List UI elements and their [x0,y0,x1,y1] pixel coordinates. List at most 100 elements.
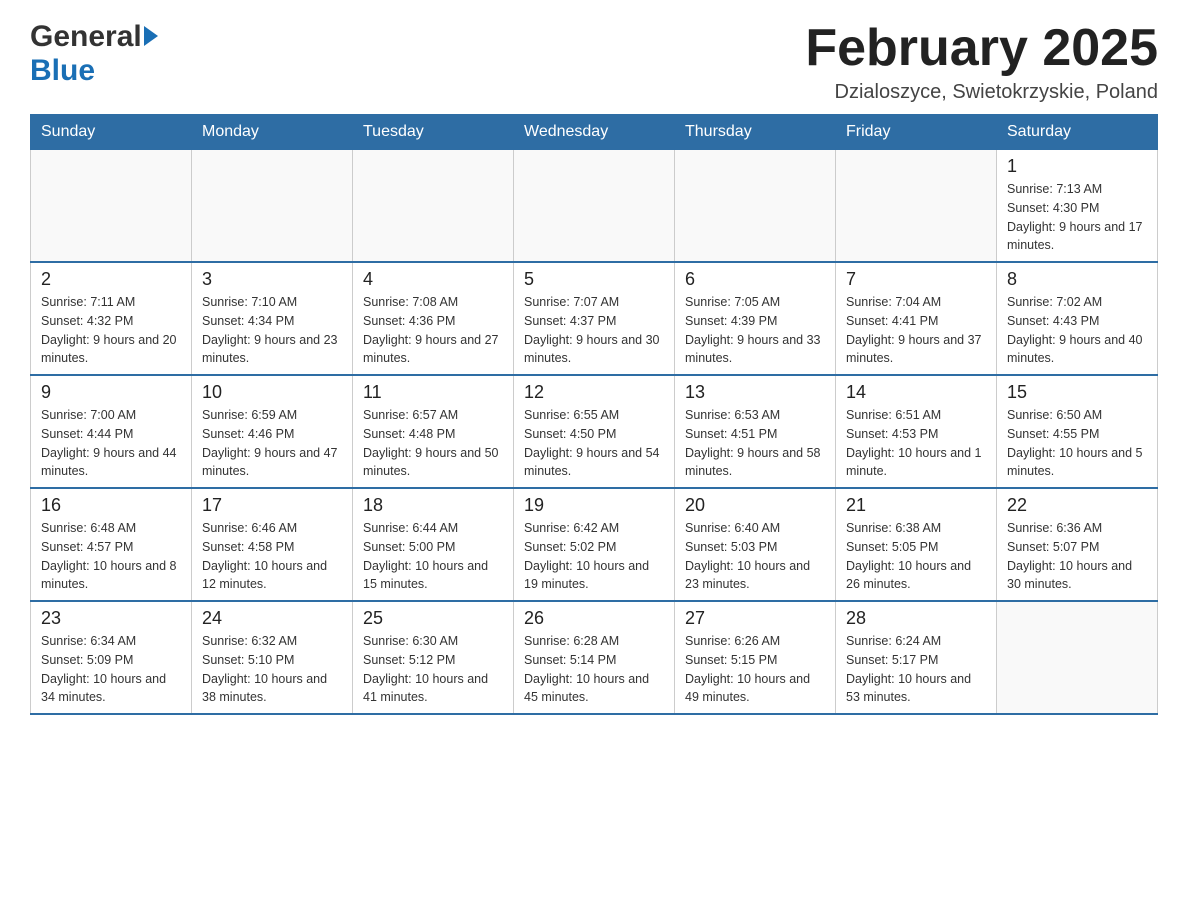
calendar-cell: 6 Sunrise: 7:05 AMSunset: 4:39 PMDaylight… [675,262,836,375]
calendar-week-row: 2 Sunrise: 7:11 AMSunset: 4:32 PMDaylight… [31,262,1158,375]
day-info: Sunrise: 7:11 AMSunset: 4:32 PMDaylight:… [41,293,181,368]
calendar-cell: 8 Sunrise: 7:02 AMSunset: 4:43 PMDaylight… [997,262,1158,375]
day-info: Sunrise: 7:04 AMSunset: 4:41 PMDaylight:… [846,293,986,368]
day-info: Sunrise: 6:36 AMSunset: 5:07 PMDaylight:… [1007,519,1147,594]
day-info: Sunrise: 6:57 AMSunset: 4:48 PMDaylight:… [363,406,503,481]
day-info: Sunrise: 6:26 AMSunset: 5:15 PMDaylight:… [685,632,825,707]
day-number: 16 [41,495,181,516]
day-info: Sunrise: 6:50 AMSunset: 4:55 PMDaylight:… [1007,406,1147,481]
day-number: 1 [1007,156,1147,177]
calendar-cell: 7 Sunrise: 7:04 AMSunset: 4:41 PMDaylight… [836,262,997,375]
day-info: Sunrise: 6:34 AMSunset: 5:09 PMDaylight:… [41,632,181,707]
day-number: 19 [524,495,664,516]
day-info: Sunrise: 7:07 AMSunset: 4:37 PMDaylight:… [524,293,664,368]
day-info: Sunrise: 6:48 AMSunset: 4:57 PMDaylight:… [41,519,181,594]
day-number: 24 [202,608,342,629]
calendar-cell: 11Sunrise: 6:57 AMSunset: 4:48 PMDayligh… [353,375,514,488]
day-header-thursday: Thursday [675,115,836,150]
calendar-cell: 19 Sunrise: 6:42 AMSunset: 5:02 PMDayligh… [514,488,675,601]
day-info: Sunrise: 7:05 AMSunset: 4:39 PMDaylight:… [685,293,825,368]
day-header-saturday: Saturday [997,115,1158,150]
day-number: 2 [41,269,181,290]
calendar-cell: 14 Sunrise: 6:51 AMSunset: 4:53 PMDayligh… [836,375,997,488]
day-number: 15 [1007,382,1147,403]
calendar-cell: 23Sunrise: 6:34 AMSunset: 5:09 PMDayligh… [31,601,192,714]
calendar-cell: 2 Sunrise: 7:11 AMSunset: 4:32 PMDaylight… [31,262,192,375]
calendar-cell [31,150,192,263]
page-header: General Blue February 2025 Dzialoszyce, … [30,20,1158,104]
day-number: 13 [685,382,825,403]
calendar-cell: 25 Sunrise: 6:30 AMSunset: 5:12 PMDayligh… [353,601,514,714]
day-info: Sunrise: 6:53 AMSunset: 4:51 PMDaylight:… [685,406,825,481]
calendar-week-row: 16 Sunrise: 6:48 AMSunset: 4:57 PMDayligh… [31,488,1158,601]
day-info: Sunrise: 7:13 AMSunset: 4:30 PMDaylight:… [1007,180,1147,255]
calendar-cell [192,150,353,263]
calendar-cell [836,150,997,263]
day-number: 10 [202,382,342,403]
logo: General Blue [30,20,158,88]
day-number: 27 [685,608,825,629]
calendar-week-row: 9Sunrise: 7:00 AMSunset: 4:44 PMDaylight… [31,375,1158,488]
day-header-sunday: Sunday [31,115,192,150]
calendar-header-row: SundayMondayTuesdayWednesdayThursdayFrid… [31,115,1158,150]
calendar-cell: 28 Sunrise: 6:24 AMSunset: 5:17 PMDayligh… [836,601,997,714]
calendar-cell: 12 Sunrise: 6:55 AMSunset: 4:50 PMDayligh… [514,375,675,488]
calendar-cell: 16 Sunrise: 6:48 AMSunset: 4:57 PMDayligh… [31,488,192,601]
day-info: Sunrise: 6:38 AMSunset: 5:05 PMDaylight:… [846,519,986,594]
calendar-cell: 4 Sunrise: 7:08 AMSunset: 4:36 PMDaylight… [353,262,514,375]
logo-arrow-icon [144,26,158,46]
day-number: 6 [685,269,825,290]
day-info: Sunrise: 6:32 AMSunset: 5:10 PMDaylight:… [202,632,342,707]
calendar-cell: 1 Sunrise: 7:13 AMSunset: 4:30 PMDaylight… [997,150,1158,263]
day-info: Sunrise: 7:02 AMSunset: 4:43 PMDaylight:… [1007,293,1147,368]
day-info: Sunrise: 6:28 AMSunset: 5:14 PMDaylight:… [524,632,664,707]
day-number: 14 [846,382,986,403]
day-number: 4 [363,269,503,290]
location-text: Dzialoszyce, Swietokrzyskie, Poland [805,81,1158,104]
day-number: 7 [846,269,986,290]
calendar-cell: 5Sunrise: 7:07 AMSunset: 4:37 PMDaylight… [514,262,675,375]
calendar-cell [997,601,1158,714]
day-info: Sunrise: 6:44 AMSunset: 5:00 PMDaylight:… [363,519,503,594]
day-number: 8 [1007,269,1147,290]
day-info: Sunrise: 6:46 AMSunset: 4:58 PMDaylight:… [202,519,342,594]
day-info: Sunrise: 6:51 AMSunset: 4:53 PMDaylight:… [846,406,986,481]
calendar-cell: 3Sunrise: 7:10 AMSunset: 4:34 PMDaylight… [192,262,353,375]
calendar-cell: 24 Sunrise: 6:32 AMSunset: 5:10 PMDayligh… [192,601,353,714]
calendar-cell: 10Sunrise: 6:59 AMSunset: 4:46 PMDayligh… [192,375,353,488]
calendar-cell: 26 Sunrise: 6:28 AMSunset: 5:14 PMDayligh… [514,601,675,714]
calendar-table: SundayMondayTuesdayWednesdayThursdayFrid… [30,114,1158,715]
day-header-friday: Friday [836,115,997,150]
day-info: Sunrise: 6:42 AMSunset: 5:02 PMDaylight:… [524,519,664,594]
day-number: 3 [202,269,342,290]
day-number: 25 [363,608,503,629]
calendar-cell: 15 Sunrise: 6:50 AMSunset: 4:55 PMDayligh… [997,375,1158,488]
day-info: Sunrise: 6:24 AMSunset: 5:17 PMDaylight:… [846,632,986,707]
calendar-cell: 20Sunrise: 6:40 AMSunset: 5:03 PMDayligh… [675,488,836,601]
day-info: Sunrise: 7:08 AMSunset: 4:36 PMDaylight:… [363,293,503,368]
day-number: 12 [524,382,664,403]
title-section: February 2025 Dzialoszyce, Swietokrzyski… [805,20,1158,104]
day-info: Sunrise: 6:40 AMSunset: 5:03 PMDaylight:… [685,519,825,594]
day-number: 22 [1007,495,1147,516]
calendar-cell [675,150,836,263]
calendar-cell: 21Sunrise: 6:38 AMSunset: 5:05 PMDayligh… [836,488,997,601]
day-number: 28 [846,608,986,629]
month-title: February 2025 [805,20,1158,77]
calendar-cell [353,150,514,263]
calendar-cell: 9Sunrise: 7:00 AMSunset: 4:44 PMDaylight… [31,375,192,488]
calendar-week-row: 1 Sunrise: 7:13 AMSunset: 4:30 PMDaylight… [31,150,1158,263]
day-info: Sunrise: 6:30 AMSunset: 5:12 PMDaylight:… [363,632,503,707]
day-number: 9 [41,382,181,403]
day-header-wednesday: Wednesday [514,115,675,150]
day-info: Sunrise: 6:55 AMSunset: 4:50 PMDaylight:… [524,406,664,481]
calendar-cell: 18Sunrise: 6:44 AMSunset: 5:00 PMDayligh… [353,488,514,601]
calendar-cell: 27 Sunrise: 6:26 AMSunset: 5:15 PMDayligh… [675,601,836,714]
day-number: 26 [524,608,664,629]
calendar-cell [514,150,675,263]
calendar-cell: 22 Sunrise: 6:36 AMSunset: 5:07 PMDayligh… [997,488,1158,601]
day-number: 17 [202,495,342,516]
calendar-cell: 17 Sunrise: 6:46 AMSunset: 4:58 PMDayligh… [192,488,353,601]
calendar-week-row: 23Sunrise: 6:34 AMSunset: 5:09 PMDayligh… [31,601,1158,714]
calendar-cell: 13 Sunrise: 6:53 AMSunset: 4:51 PMDayligh… [675,375,836,488]
